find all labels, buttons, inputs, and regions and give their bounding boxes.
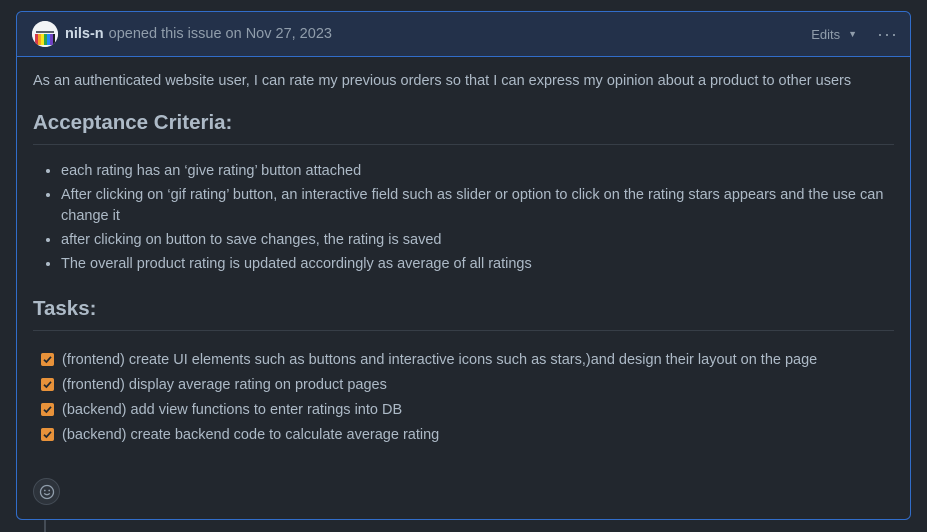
task-checkbox[interactable]: [41, 378, 54, 391]
acceptance-criteria-heading: Acceptance Criteria:: [33, 111, 894, 145]
comment-body: As an authenticated website user, I can …: [17, 57, 910, 447]
task-checkbox[interactable]: [41, 403, 54, 416]
list-item: after clicking on button to save changes…: [61, 230, 894, 251]
issue-comment-card: nils-n opened this issue on Nov 27, 2023…: [16, 11, 911, 520]
task-item: (frontend) create UI elements such as bu…: [41, 347, 894, 372]
edits-label: Edits: [811, 26, 841, 42]
task-label: (backend) create backend code to calcula…: [62, 426, 440, 443]
list-item: each rating has an ‘give rating’ button …: [61, 161, 894, 182]
task-item: (backend) create backend code to calcula…: [41, 422, 894, 447]
avatar[interactable]: [32, 21, 58, 47]
check-icon: [43, 431, 52, 439]
issue-description: As an authenticated website user, I can …: [33, 73, 852, 89]
timeline-line: [44, 520, 46, 532]
check-icon: [43, 356, 52, 364]
author-link[interactable]: nils-n: [65, 26, 104, 42]
task-checkbox[interactable]: [41, 428, 54, 441]
kebab-horizontal-icon[interactable]: ···: [877, 25, 898, 43]
opened-text: opened this issue on: [108, 26, 242, 42]
task-item: (backend) add view functions to enter ra…: [41, 397, 894, 422]
check-icon: [43, 381, 52, 389]
timestamp-link[interactable]: Nov 27, 2023: [246, 26, 332, 42]
task-label: (backend) add view functions to enter ra…: [62, 401, 403, 418]
tasks-heading: Tasks:: [33, 297, 894, 331]
comment-header: nils-n opened this issue on Nov 27, 2023…: [17, 12, 910, 57]
task-item: (frontend) display average rating on pro…: [41, 372, 894, 397]
add-reaction-button[interactable]: [33, 478, 60, 505]
task-checkbox[interactable]: [41, 353, 54, 366]
task-label: (frontend) create UI elements such as bu…: [62, 351, 818, 368]
edits-dropdown[interactable]: Edits ▼: [811, 27, 857, 42]
task-list: (frontend) create UI elements such as bu…: [33, 347, 894, 447]
list-item: After clicking on ‘gif rating’ button, a…: [61, 185, 894, 227]
caret-down-icon: ▼: [848, 29, 858, 39]
acceptance-criteria-list: each rating has an ‘give rating’ button …: [33, 161, 894, 275]
task-label: (frontend) display average rating on pro…: [62, 376, 387, 393]
list-item: The overall product rating is updated ac…: [61, 254, 894, 275]
check-icon: [43, 406, 52, 414]
smiley-icon: [39, 484, 54, 499]
